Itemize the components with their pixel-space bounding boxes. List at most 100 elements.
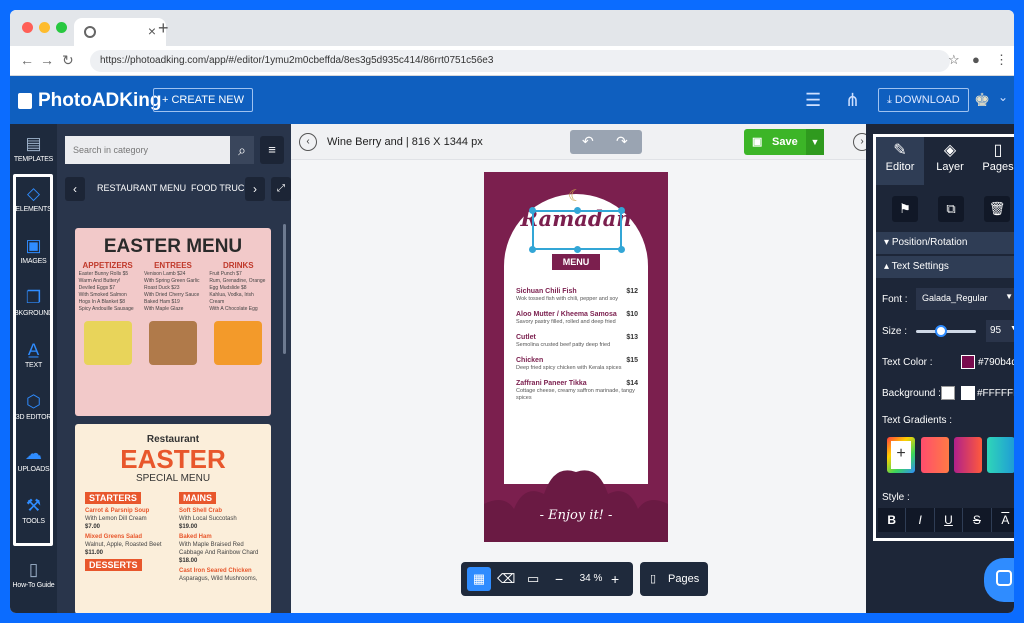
download-button[interactable]: ⤓ DOWNLOAD	[878, 88, 969, 112]
url-field[interactable]: https://photoadking.com/app/#/editor/1ym…	[90, 50, 950, 72]
logo-mark-icon	[18, 93, 32, 109]
item-name: Sichuan Chili Fish	[516, 288, 577, 295]
resize-handle[interactable]	[618, 246, 625, 253]
zoom-in-icon[interactable]: +	[611, 567, 625, 591]
resize-handle[interactable]	[574, 246, 581, 253]
browser-tab[interactable]: ×	[74, 18, 166, 46]
pages-label: Pages	[668, 573, 700, 585]
chess-king-icon[interactable]: ♚	[974, 90, 990, 111]
resize-handle[interactable]	[618, 207, 625, 214]
redo-icon[interactable]: ↷	[616, 133, 628, 150]
mosque-silhouette	[484, 470, 668, 542]
menu-line: Egg Mudslide $8	[209, 285, 247, 291]
share-icon[interactable]: ⋔	[845, 90, 860, 111]
menu-line: Fruit Punch $7	[209, 271, 242, 277]
eraser-icon[interactable]: ⌫	[497, 567, 517, 591]
food-photo-eggs	[83, 321, 132, 365]
menu-line: Deviled Eggs $7	[78, 285, 116, 291]
notes-icon[interactable]: ☰	[805, 90, 821, 111]
food-photo-duck	[148, 321, 197, 365]
close-window-button[interactable]	[22, 22, 33, 33]
document-title[interactable]: Wine Berry and | 816 X 1344 px	[327, 136, 483, 148]
item-desc: Wok tossed fish with chili, pepper and s…	[516, 296, 619, 302]
rail-how-to-guide[interactable]: ▯ How-To Guide	[10, 560, 57, 589]
item-name: Chicken	[516, 357, 544, 364]
menu-line: With Smoked Salmon	[78, 292, 127, 298]
category-next-icon[interactable]: ›	[245, 177, 265, 201]
collapse-left-icon[interactable]: ‹	[299, 133, 317, 151]
template-card-easter-menu[interactable]: EASTER MENU APPETIZERS Easter Bunny Roll…	[75, 228, 271, 416]
section-tag: DESSERTS	[85, 559, 142, 571]
app-logo[interactable]: PhotoADKing	[18, 90, 161, 112]
menu-item[interactable]: Sichuan Chili Fish $12 Wok tossed fish wi…	[516, 288, 638, 303]
resize-handle[interactable]	[529, 207, 536, 214]
header-chevron-down-icon[interactable]: ⌄	[998, 90, 1008, 104]
item-price: $11.00	[85, 550, 104, 556]
maximize-window-button[interactable]	[56, 22, 67, 33]
item-desc: Savory pastry filled, rolled and deep fr…	[516, 319, 616, 325]
favicon-icon	[84, 26, 96, 38]
category-prev-icon[interactable]: ‹	[65, 177, 85, 201]
profile-icon[interactable]: ●	[972, 52, 980, 67]
forward-icon[interactable]: →	[40, 52, 54, 68]
selection-box[interactable]	[529, 207, 625, 253]
item-name: Cast Iron Seared Chicken	[179, 568, 252, 574]
undo-icon[interactable]: ↶	[582, 133, 594, 150]
new-tab-button[interactable]: +	[158, 18, 169, 39]
guide-icon: ▯	[28, 560, 39, 579]
template-grid: STARTERS Carrot & Parsnip Soup With Lemo…	[75, 484, 271, 583]
resize-handle[interactable]	[574, 207, 581, 214]
tab-close-icon[interactable]: ×	[148, 23, 156, 39]
pages-button[interactable]: ▯ Pages	[640, 562, 708, 596]
save-disk-icon: ▣	[752, 136, 763, 148]
column-head: DRINKS	[222, 261, 254, 270]
zoom-out-icon[interactable]: −	[555, 567, 569, 591]
minimize-window-button[interactable]	[39, 22, 50, 33]
resize-handle[interactable]	[529, 246, 536, 253]
category-search-input[interactable]: Search in category	[65, 136, 230, 164]
expand-icon[interactable]: ⤢	[271, 177, 291, 201]
list-view-icon[interactable]: ≡	[260, 136, 284, 164]
template-column: ENTREES Venison Lamb $24 With Spring Gre…	[144, 262, 202, 313]
menu-line: Roast Duck $23	[143, 285, 180, 291]
design-canvas[interactable]: ☾ Ramadan MENU Sichuan Chili Fish $12 Wok…	[484, 172, 668, 542]
category-food-truck[interactable]: FOOD TRUCK	[191, 183, 250, 193]
category-restaurant-menu[interactable]: RESTAURANT MENU	[97, 183, 186, 193]
reload-icon[interactable]: ↻	[62, 52, 74, 69]
item-price: $7.00	[85, 524, 101, 530]
grid-view-icon[interactable]: ▦	[467, 567, 491, 591]
chat-button[interactable]	[984, 558, 1014, 602]
menu-item[interactable]: Zaffrani Paneer Tikka $14 Cottage cheese,…	[516, 380, 638, 402]
menu-line: Baked Ham $19	[143, 299, 180, 305]
present-icon[interactable]: ▭	[527, 567, 547, 591]
item-name: Carrot & Parsnip Soup	[85, 508, 150, 514]
canvas-bottom-toolbar: ▦ ⌫ ▭ − 34 % +	[461, 562, 633, 596]
menu-item[interactable]: Chicken $15 Deep fried spicy chicken with…	[516, 357, 638, 372]
rail-label: How-To Guide	[12, 582, 55, 589]
create-new-button[interactable]: + CREATE NEW	[153, 88, 254, 112]
poster-footer[interactable]: - Enjoy it! -	[484, 508, 668, 523]
template-card-easter-special[interactable]: Restaurant EASTER SPECIAL MENU STARTERS …	[75, 424, 271, 613]
menu-line: With Maple Glaze	[143, 306, 184, 312]
rail-highlight-frame	[13, 174, 53, 546]
item-desc: With Local Succotash	[179, 516, 237, 522]
bookmark-star-icon[interactable]: ☆	[948, 52, 960, 68]
search-icon[interactable]: ⌕	[230, 136, 254, 164]
menu-item[interactable]: Aloo Mutter / Kheema Samosa $10 Savory pa…	[516, 311, 638, 326]
browser-menu-icon[interactable]: ⋮	[995, 52, 1008, 68]
app-frame: × + ← → ↻ https://photoadking.com/app/#/…	[10, 10, 1014, 613]
menu-item[interactable]: Cutlet $13 Semolina crusted beef patty de…	[516, 334, 638, 349]
template-subtitle: SPECIAL MENU	[135, 473, 211, 484]
item-desc: Walnut, Apple, Roasted Beet	[85, 542, 162, 548]
panel-scrollbar[interactable]	[283, 224, 286, 354]
item-price: $19.00	[179, 524, 198, 530]
menu-line: With Dried Cherry Sauce	[143, 292, 200, 298]
menu-line: With A Chocolate Egg	[209, 306, 258, 312]
back-icon[interactable]: ←	[20, 52, 34, 68]
poster-menu-badge[interactable]: MENU	[552, 254, 600, 270]
rail-label: TEMPLATES	[13, 156, 54, 163]
browser-addressbar: ← → ↻ https://photoadking.com/app/#/edit…	[10, 46, 1014, 76]
rail-templates[interactable]: ▤ TEMPLATES	[10, 134, 57, 163]
save-button[interactable]: ▣ Save ▼	[744, 129, 824, 155]
save-dropdown-icon[interactable]: ▼	[806, 129, 824, 155]
